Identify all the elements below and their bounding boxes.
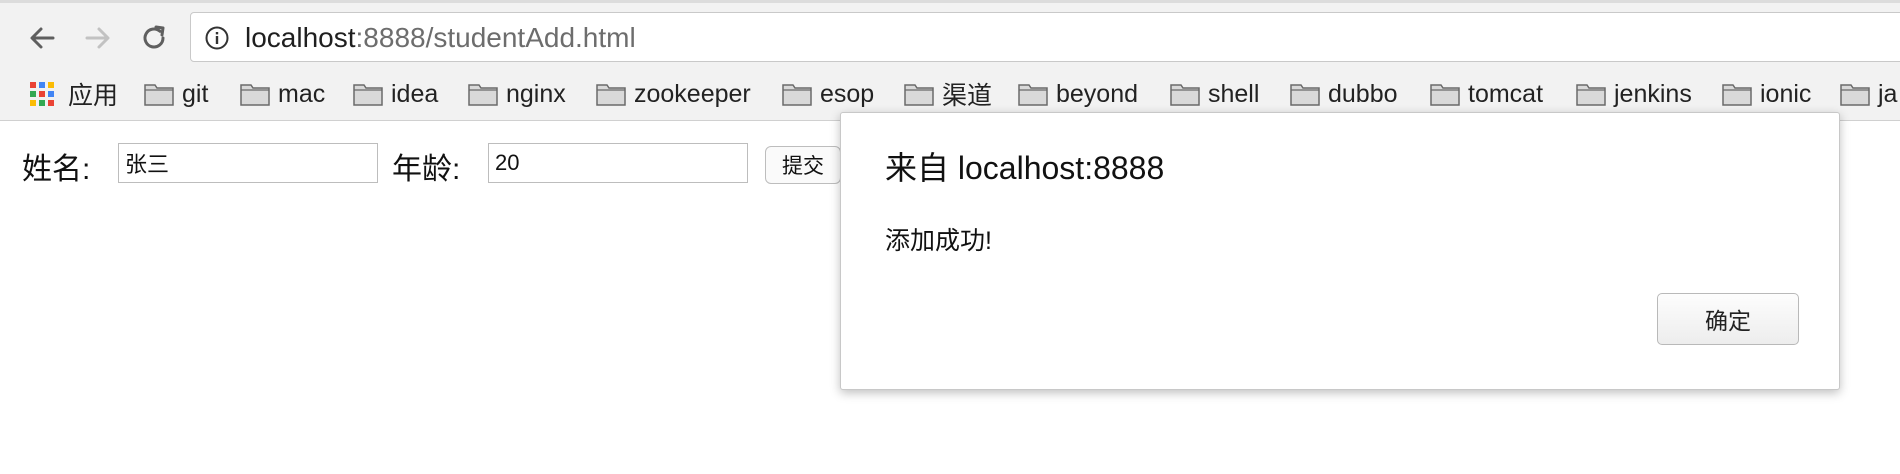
folder-icon [353,84,383,106]
bookmarks-bar: 应用 git mac idea nginx zookeeper esop 渠道 [0,74,1900,114]
bookmark-label: esop [820,79,875,108]
bookmark-zookeeper[interactable]: zookeeper [596,74,751,114]
bookmark-label: beyond [1056,79,1139,108]
bookmark-label: dubbo [1328,79,1398,108]
folder-icon [1290,84,1320,106]
browser-toolbar: localhost:8888/studentAdd.html 应用 git ma… [0,0,1900,121]
bookmark-label: mac [278,79,326,108]
dialog-message: 添加成功! [885,227,992,255]
bookmark-shell[interactable]: shell [1170,74,1259,114]
reload-icon [143,25,165,49]
bookmark-label: idea [391,79,439,108]
bookmark-label: tomcat [1468,79,1544,108]
info-icon[interactable] [205,26,229,50]
bookmark-label: jenkins [1614,79,1692,108]
bookmark-nginx[interactable]: nginx [468,74,566,114]
folder-icon [1170,84,1200,106]
folder-icon [240,84,270,106]
folder-icon [468,84,498,106]
folder-icon [1840,84,1870,106]
arrow-right-icon [85,27,110,49]
apps-grid-icon [30,82,54,106]
folder-icon [1722,84,1752,106]
folder-icon [904,84,934,106]
age-label: 年龄: [392,153,461,186]
bookmark-label: shell [1208,79,1260,108]
bookmark-label: 渠道 [942,82,993,110]
bookmark-label: zookeeper [634,79,751,108]
dialog-title: 来自 localhost:8888 [885,150,1165,186]
bookmark-label: ja [1878,79,1898,108]
folder-icon [1576,84,1606,106]
url-path: :8888/studentAdd.html [355,22,636,53]
folder-icon [596,84,626,106]
bookmark-esop[interactable]: esop [782,74,874,114]
bookmark-jenkins[interactable]: jenkins [1576,74,1692,114]
bookmark-idea[interactable]: idea [353,74,438,114]
name-input[interactable] [118,143,378,183]
forward-button[interactable] [78,18,118,58]
age-input[interactable] [488,143,748,183]
arrow-left-icon [30,27,55,49]
bookmark-mac[interactable]: mac [240,74,325,114]
url-host: localhost [245,22,356,53]
tab-strip [0,0,1900,3]
address-bar[interactable]: localhost:8888/studentAdd.html [190,12,1900,62]
folder-icon [782,84,812,106]
bookmark-tomcat[interactable]: tomcat [1430,74,1543,114]
bookmark-label: nginx [506,79,566,108]
bookmark-label: 应用 [68,82,119,110]
ok-button[interactable]: 确定 [1657,293,1799,345]
bookmark-apps[interactable]: 应用 [30,74,118,114]
folder-icon [1430,84,1460,106]
bookmark-beyond[interactable]: beyond [1018,74,1138,114]
folder-icon [1018,84,1048,106]
name-label: 姓名: [22,153,91,186]
bookmark-qudao[interactable]: 渠道 [904,74,992,114]
bookmark-ja[interactable]: ja [1840,74,1897,114]
bookmark-dubbo[interactable]: dubbo [1290,74,1398,114]
bookmark-label: git [182,79,209,108]
reload-button[interactable] [134,18,174,58]
bookmark-ionic[interactable]: ionic [1722,74,1811,114]
bookmark-git[interactable]: git [144,74,208,114]
url-text[interactable]: localhost:8888/studentAdd.html [245,23,636,53]
submit-button[interactable]: 提交 [765,146,841,184]
alert-dialog: 来自 localhost:8888 添加成功! 确定 [840,112,1840,390]
back-button[interactable] [22,18,62,58]
bookmark-label: ionic [1760,79,1812,108]
folder-icon [144,84,174,106]
